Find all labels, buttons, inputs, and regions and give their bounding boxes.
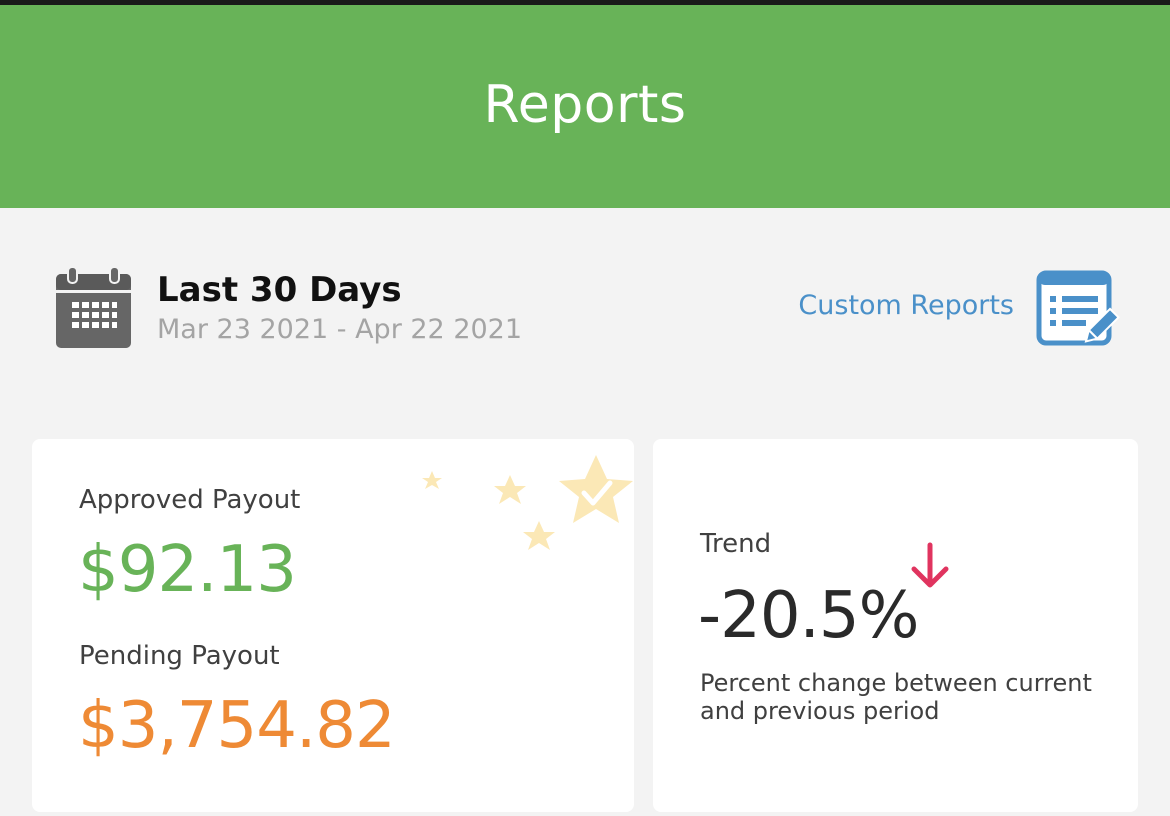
approved-payout-label: Approved Payout xyxy=(79,485,301,515)
calendar-icon xyxy=(56,266,131,348)
trend-label: Trend xyxy=(700,529,772,559)
trend-value: -20.5% xyxy=(698,579,919,653)
report-edit-icon[interactable] xyxy=(1036,270,1120,352)
trend-description: Percent change between current and previ… xyxy=(700,669,1092,725)
pending-payout-label: Pending Payout xyxy=(79,641,280,671)
payout-card: Approved Payout $92.13 Pending Payout $3… xyxy=(32,439,634,812)
approved-payout-value: $92.13 xyxy=(78,533,297,607)
stars-check-icon xyxy=(422,455,633,550)
range-dates: Mar 23 2021 - Apr 22 2021 xyxy=(157,314,523,345)
custom-reports-link[interactable]: Custom Reports xyxy=(798,290,1014,321)
trend-card: Trend -20.5% Percent change between curr… xyxy=(653,439,1138,812)
date-range-selector[interactable]: Last 30 Days Mar 23 2021 - Apr 22 2021 C… xyxy=(0,260,1170,360)
app-header: Reports xyxy=(0,5,1170,208)
pending-payout-value: $3,754.82 xyxy=(78,689,396,763)
range-title: Last 30 Days xyxy=(157,270,402,310)
page-title: Reports xyxy=(483,75,687,135)
